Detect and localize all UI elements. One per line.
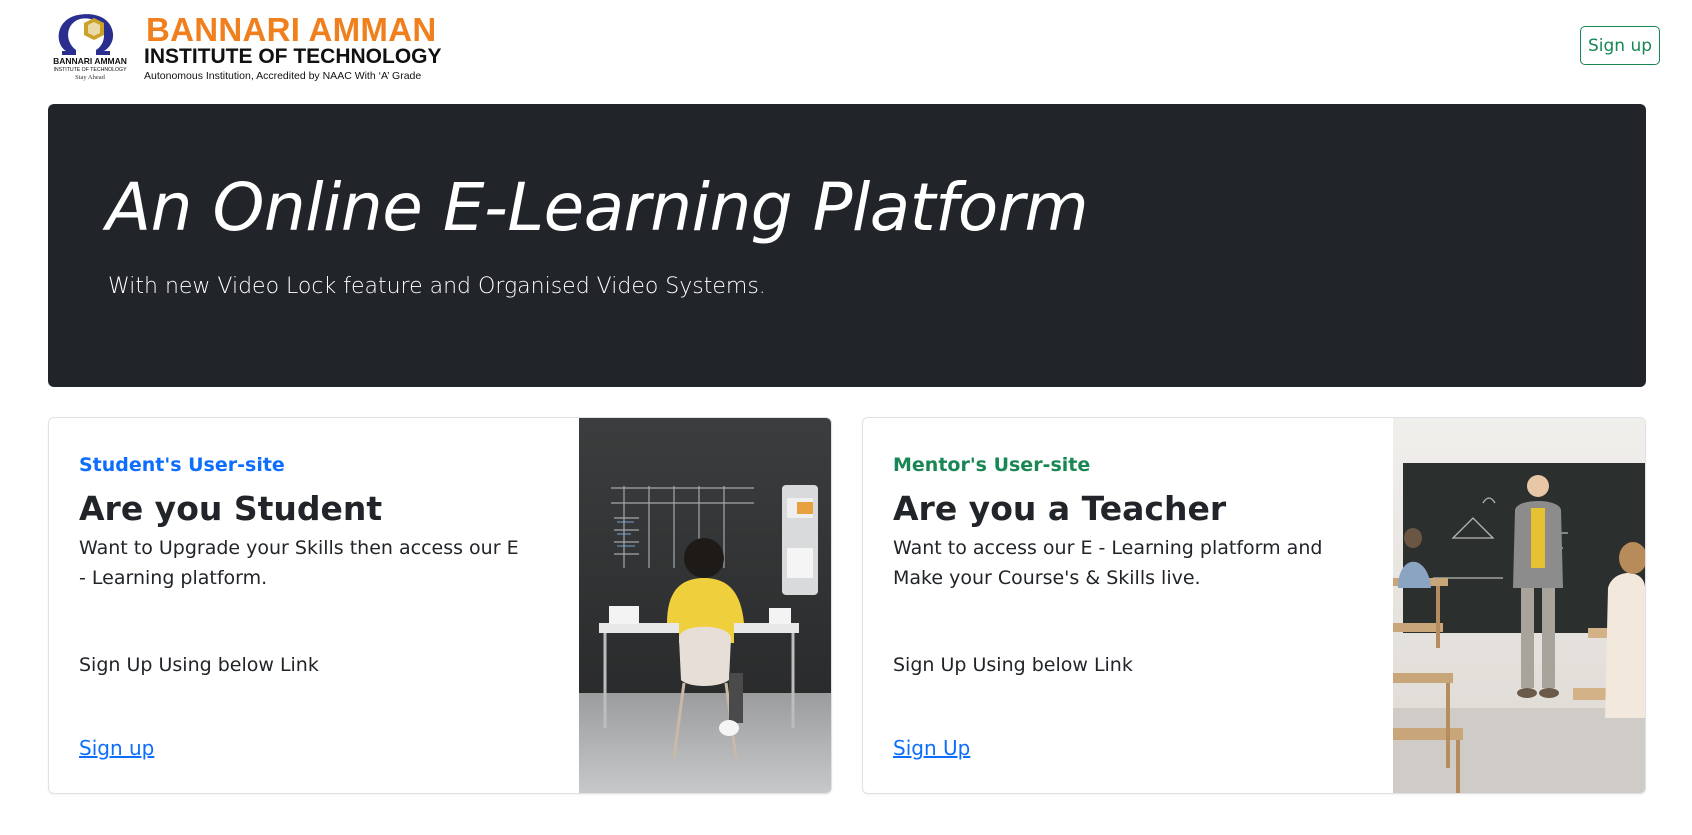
student-photo-illustration [579, 418, 831, 793]
student-at-desk-photo [579, 418, 831, 793]
teacher-photo-illustration [1393, 418, 1645, 793]
header-signup-button[interactable]: Sign up [1580, 26, 1660, 65]
student-card-title: Are you Student [79, 489, 383, 528]
mentor-signup-link[interactable]: Sign Up [893, 736, 970, 760]
logo-tagline: Autonomous Institution, Accredited by NA… [144, 70, 422, 82]
mentor-card-body: Mentor's User-site Are you a Teacher Wan… [893, 452, 1393, 593]
mentor-card-title: Are you a Teacher [893, 489, 1227, 528]
mentor-card: Mentor's User-site Are you a Teacher Wan… [862, 417, 1646, 794]
student-signup-link[interactable]: Sign up [79, 736, 154, 760]
student-card-text: Want to Upgrade your Skills then access … [79, 537, 519, 589]
svg-text:INSTITUTE OF TECHNOLOGY: INSTITUTE OF TECHNOLOGY [53, 67, 127, 73]
student-card-kicker: Student's User-site [79, 454, 285, 476]
mentor-card-kicker: Mentor's User-site [893, 454, 1091, 476]
teacher-classroom-photo [1393, 418, 1645, 793]
hero-subtitle: With new Video Lock feature and Organise… [108, 274, 766, 299]
omega-emblem-icon: BANNARI AMMAN INSTITUTE OF TECHNOLOGY St… [53, 14, 127, 81]
hero-title: An Online E-Learning Platform [106, 169, 1089, 246]
student-card-body: Student's User-site Are you Student Want… [79, 452, 579, 593]
logo-name-line1: BANNARI AMMAN [146, 11, 437, 48]
svg-text:BANNARI AMMAN: BANNARI AMMAN [53, 56, 127, 66]
mentor-card-text: Want to access our E - Learning platform… [893, 537, 1323, 589]
institute-logo[interactable]: BANNARI AMMAN INSTITUTE OF TECHNOLOGY St… [44, 7, 454, 83]
student-card-footer: Sign Up Using below Link [79, 654, 319, 676]
svg-text:Stay Ahead: Stay Ahead [75, 74, 106, 81]
site-header: BANNARI AMMAN INSTITUTE OF TECHNOLOGY St… [0, 0, 1692, 90]
mentor-card-footer: Sign Up Using below Link [893, 654, 1133, 676]
student-card: Student's User-site Are you Student Want… [48, 417, 832, 794]
logo-name-line2: INSTITUTE OF TECHNOLOGY [144, 45, 442, 68]
hero-banner: An Online E-Learning Platform With new V… [48, 104, 1646, 387]
